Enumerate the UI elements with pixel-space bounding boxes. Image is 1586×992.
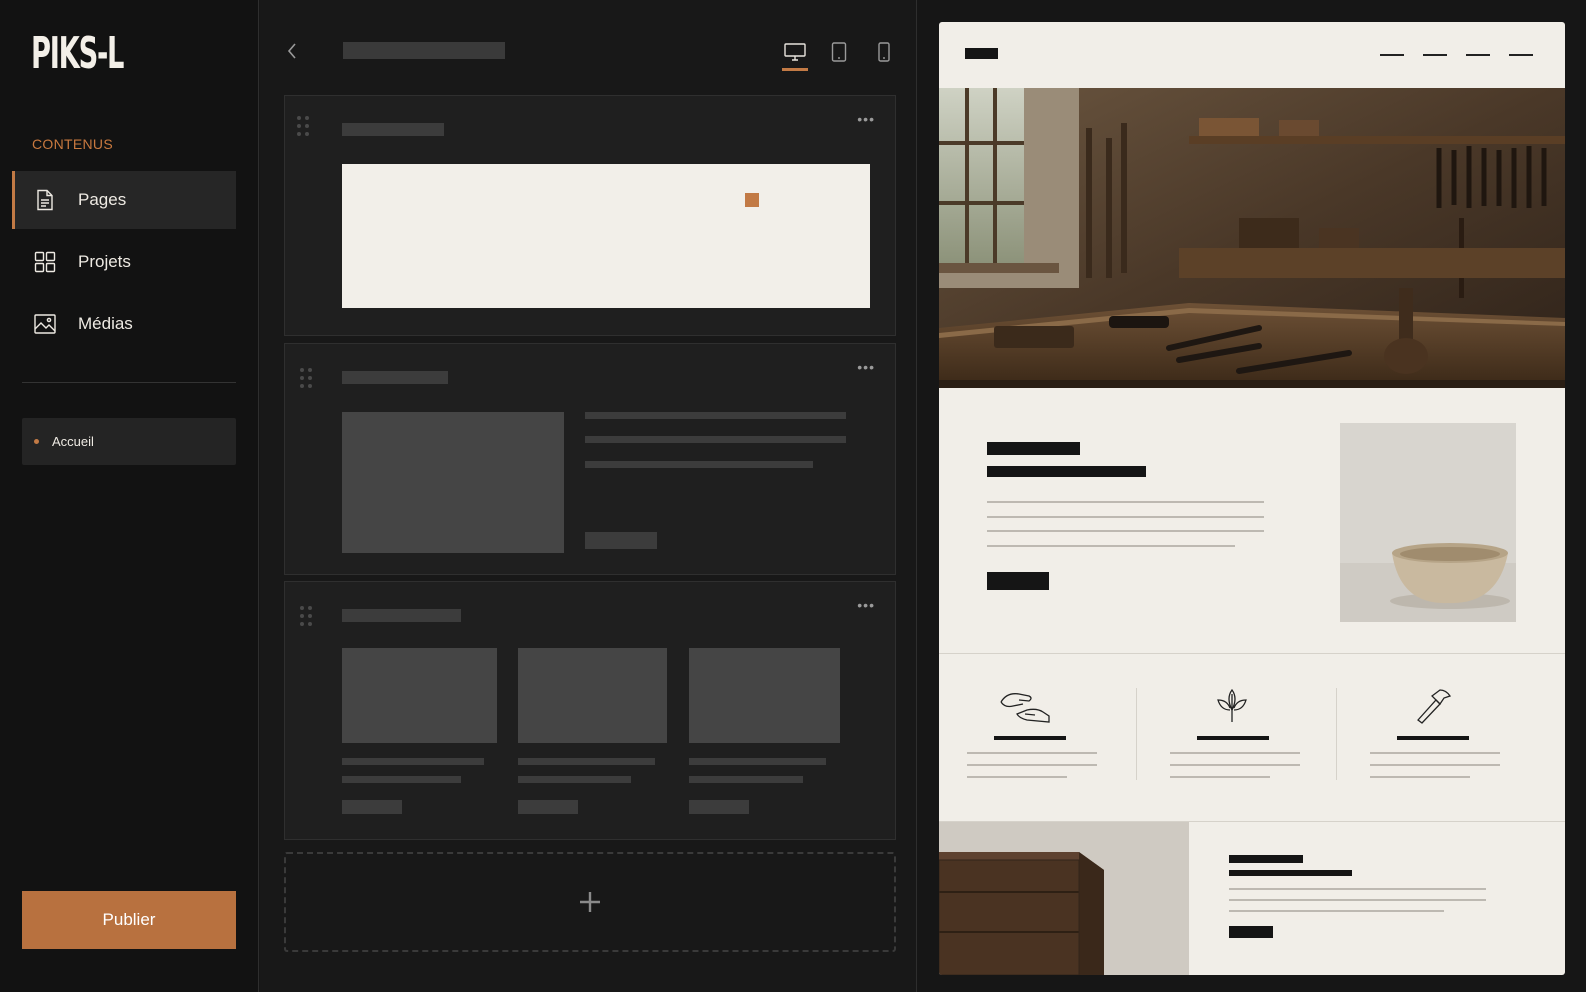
preview-nav-item (1380, 54, 1404, 56)
bowl-image (1340, 423, 1516, 622)
publish-button[interactable]: Publier (22, 891, 236, 949)
preview-heading-line (987, 466, 1146, 477)
text-line-placeholder (518, 758, 655, 765)
block-title-placeholder (342, 371, 448, 384)
preview-column-divider (1136, 688, 1137, 780)
preview-text-line (987, 501, 1264, 503)
hero-accent-square (745, 193, 759, 207)
sprout-icon (1217, 688, 1247, 722)
preview-logo-placeholder (965, 48, 998, 59)
column-image-placeholder (518, 648, 667, 743)
hero-block-preview (342, 164, 870, 308)
site-builder-app: PIKS-L CONTENUS Pages Projets Médias Acc… (0, 0, 1586, 992)
content-block-three-columns[interactable]: ••• (284, 581, 896, 840)
tablet-icon[interactable] (824, 38, 854, 66)
text-line-placeholder (689, 776, 803, 783)
drag-handle-icon[interactable] (300, 606, 314, 626)
drag-handle-icon[interactable] (300, 368, 314, 388)
text-line-placeholder (585, 412, 846, 419)
preview-column-divider (1336, 688, 1337, 780)
preview-feature-title (994, 736, 1066, 740)
preview-text-line (1370, 752, 1500, 754)
column-image-placeholder (342, 648, 497, 743)
image-icon (34, 313, 56, 335)
button-placeholder (689, 800, 749, 814)
button-placeholder (518, 800, 578, 814)
add-block-button[interactable] (284, 852, 896, 952)
bullet-dot-icon (34, 439, 39, 444)
preview-heading-line (1229, 870, 1352, 876)
workshop-hero-image (939, 88, 1565, 388)
sidebar-item-projets[interactable]: Projets (12, 233, 236, 291)
desktop-icon[interactable] (780, 38, 810, 66)
preview-text-line (1370, 764, 1500, 766)
button-placeholder (342, 800, 402, 814)
preview-text-line (1370, 776, 1470, 778)
more-options-icon[interactable]: ••• (857, 112, 875, 126)
block-title-placeholder (342, 123, 444, 136)
drag-handle-icon[interactable] (297, 116, 311, 136)
preview-text-line (987, 545, 1235, 547)
button-placeholder (585, 532, 657, 549)
preview-text-line (987, 530, 1264, 532)
grid-icon (34, 251, 56, 273)
preview-section-divider (939, 653, 1565, 654)
document-icon (34, 189, 56, 211)
text-line-placeholder (585, 436, 846, 443)
text-line-placeholder (342, 758, 484, 765)
preview-button-placeholder (987, 572, 1049, 590)
preview-text-line (1170, 752, 1300, 754)
sidebar-item-medias[interactable]: Médias (12, 295, 236, 353)
hands-icon (1000, 693, 1050, 723)
editor-panel: ••• ••• ••• (260, 0, 917, 992)
preview-button-placeholder (1229, 926, 1273, 938)
column-image-placeholder (689, 648, 840, 743)
preview-heading-line (1229, 855, 1303, 863)
preview-text-line (967, 764, 1097, 766)
preview-text-line (1229, 910, 1444, 912)
block-title-placeholder (342, 609, 461, 622)
preview-text-line (967, 776, 1067, 778)
sidebar: PIKS-L CONTENUS Pages Projets Médias Acc… (0, 0, 259, 992)
preview-text-line (1229, 899, 1486, 901)
sidebar-item-label: Pages (78, 190, 127, 209)
text-line-placeholder (518, 776, 631, 783)
more-options-icon[interactable]: ••• (857, 360, 875, 374)
sidebar-item-label: Projets (78, 252, 131, 271)
page-title-placeholder (343, 42, 505, 59)
content-block-hero[interactable]: ••• (284, 95, 896, 336)
cabinet-image (939, 822, 1189, 975)
page-item-label: Accueil (52, 434, 94, 449)
image-placeholder (342, 412, 564, 553)
app-logo: PIKS-L (31, 28, 124, 79)
live-preview (939, 22, 1565, 975)
text-line-placeholder (689, 758, 826, 765)
preview-feature-title (1397, 736, 1469, 740)
preview-text-line (1170, 764, 1300, 766)
plus-icon (580, 892, 600, 912)
content-block-text-image[interactable]: ••• (284, 343, 896, 575)
mobile-icon[interactable] (869, 38, 899, 66)
sidebar-item-label: Médias (78, 314, 133, 333)
hammer-icon (1417, 689, 1452, 724)
section-label-contenus: CONTENUS (32, 136, 113, 152)
text-line-placeholder (342, 776, 461, 783)
preview-nav-item (1423, 54, 1447, 56)
more-options-icon[interactable]: ••• (857, 598, 875, 612)
back-arrow-icon[interactable] (282, 36, 302, 66)
active-device-indicator (782, 68, 808, 71)
preview-text-line (967, 752, 1097, 754)
sidebar-divider (22, 382, 236, 383)
preview-nav-item (1509, 54, 1533, 56)
text-line-placeholder (585, 461, 813, 468)
preview-feature-title (1197, 736, 1269, 740)
page-item-accueil[interactable]: Accueil (22, 418, 236, 465)
preview-text-line (1229, 888, 1486, 890)
editor-topbar (260, 0, 917, 90)
sidebar-item-pages[interactable]: Pages (12, 171, 236, 229)
preview-nav-item (1466, 54, 1490, 56)
preview-heading-line (987, 442, 1080, 455)
preview-text-line (1170, 776, 1270, 778)
preview-text-line (987, 516, 1264, 518)
